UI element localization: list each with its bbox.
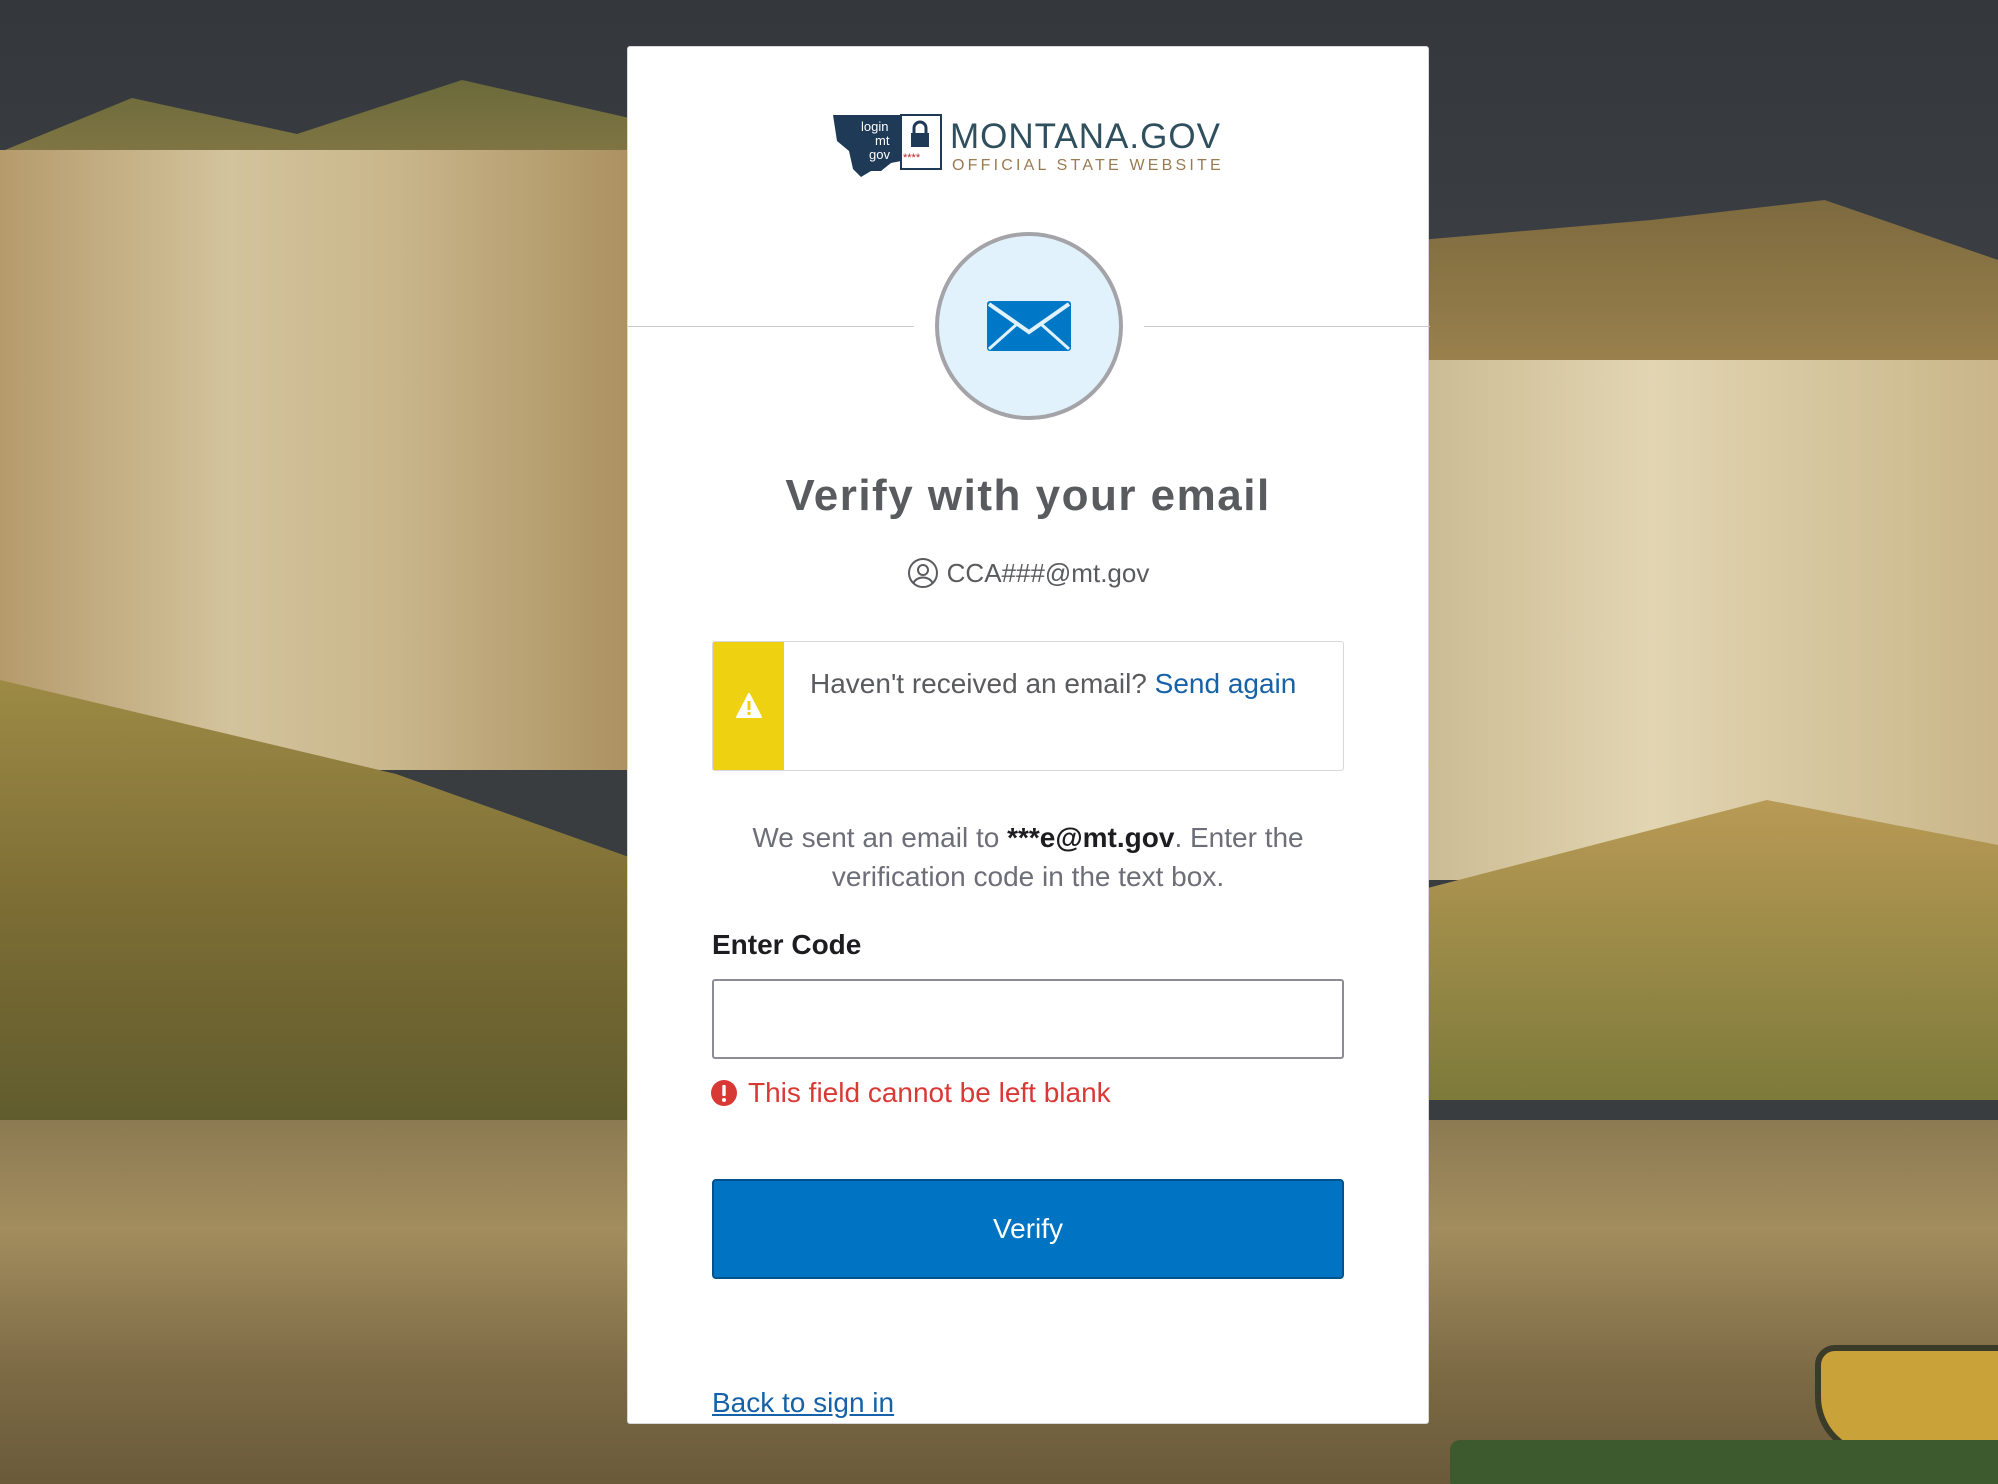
resend-callout: Haven't received an email? Send again [712,641,1344,771]
montana-gov-logo: login mt gov **** MONTANA.GOV OFFICIAL S… [831,111,1231,181]
instructions-prefix: We sent an email to [752,822,1008,853]
divider-right [1144,326,1430,327]
logo-subtitle: OFFICIAL STATE WEBSITE [952,157,1224,174]
envelope-icon [987,301,1071,351]
divider-left [628,326,914,327]
send-again-link[interactable]: Send again [1155,668,1297,699]
callout-text: Haven't received an email? Send again [810,664,1310,703]
instructions-text: We sent an email to ***e@mt.gov. Enter t… [712,818,1344,896]
email-factor-badge [935,232,1123,420]
user-identifier: CCA###@mt.gov [628,557,1428,589]
login-mt-gov-logo-icon: login mt gov **** [833,114,942,177]
error-message: This field cannot be left blank [748,1077,1111,1108]
code-field-label: Enter Code [712,929,862,960]
svg-text:mt: mt [875,133,890,148]
warning-icon [735,693,762,718]
masked-email: ***e@mt.gov [1007,822,1175,853]
svg-text:gov: gov [869,147,890,162]
callout-bar [713,642,784,770]
back-to-sign-in-link[interactable]: Back to sign in [712,1387,894,1419]
svg-text:login: login [861,119,888,134]
error-icon [711,1080,737,1106]
identifier-text: CCA###@mt.gov [946,557,1150,588]
verify-button[interactable]: Verify [712,1179,1344,1279]
field-error: This field cannot be left blank [710,1077,1111,1109]
logo-title: MONTANA.GOV [950,117,1221,156]
verification-card: login mt gov **** MONTANA.GOV OFFICIAL S… [627,46,1430,1424]
callout-message: Haven't received an email? [810,668,1147,699]
page-title: Verify with your email [785,471,1271,520]
code-input[interactable] [712,979,1344,1059]
svg-text:****: **** [903,152,921,164]
user-icon [907,558,938,588]
